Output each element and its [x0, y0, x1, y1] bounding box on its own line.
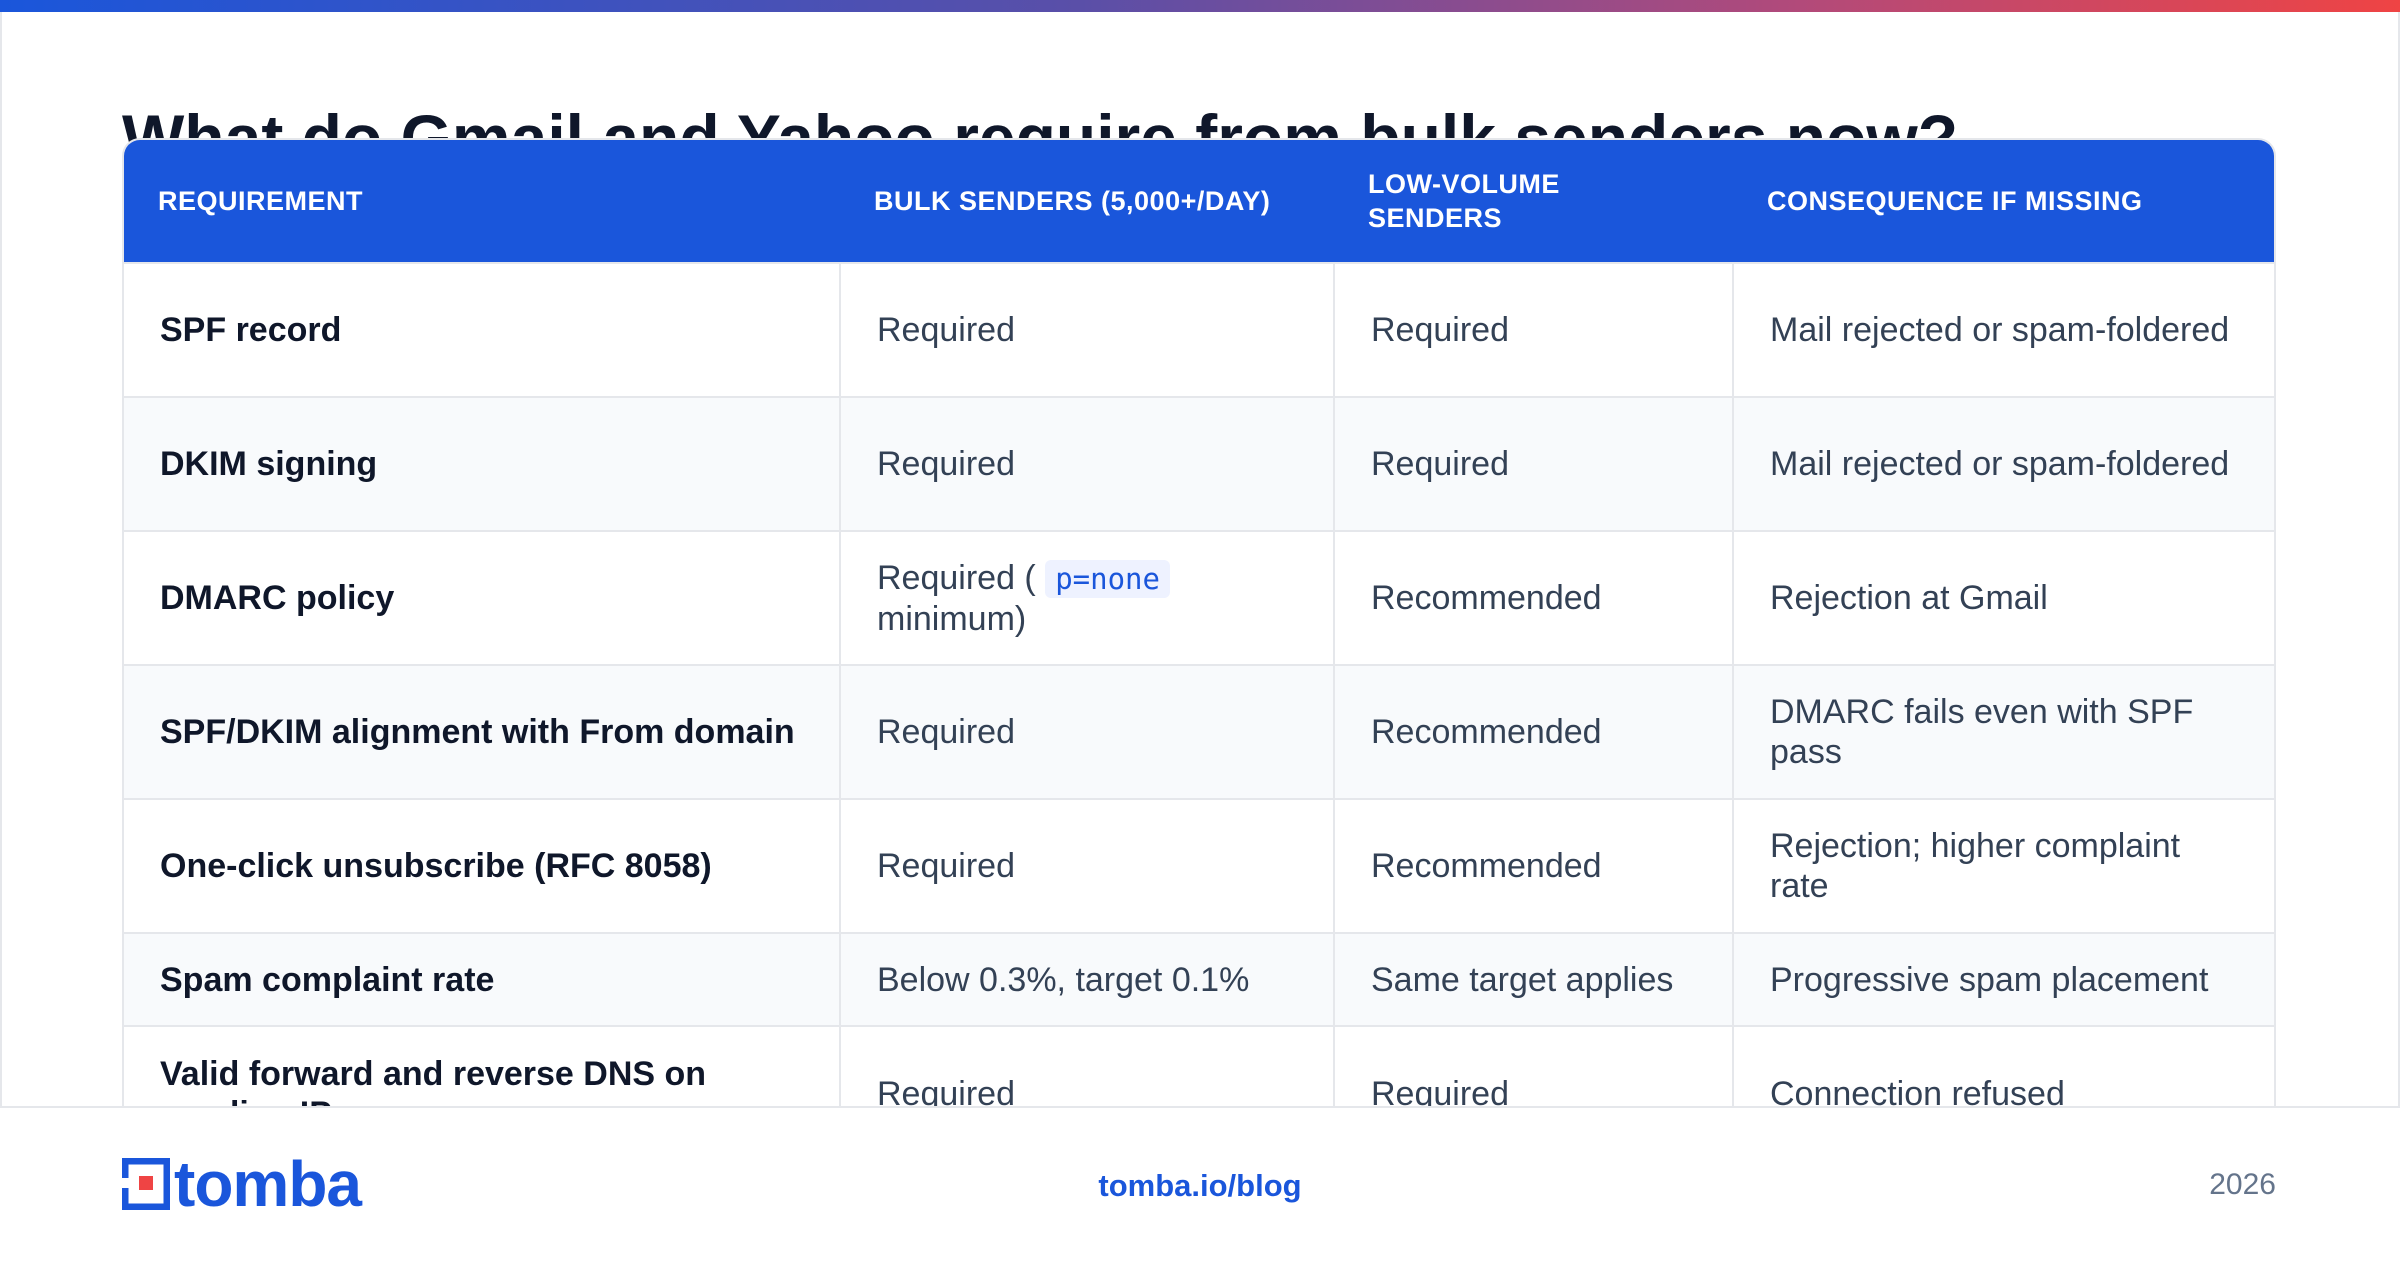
cell-requirement: Spam complaint rate — [124, 932, 840, 1026]
cell-requirement: SPF record — [124, 262, 840, 397]
cell-low-volume: Required — [1333, 262, 1733, 397]
cell-bulk: Required — [839, 798, 1334, 933]
top-accent-bar — [0, 0, 2400, 12]
cell-low-volume: Recommended — [1333, 798, 1733, 933]
cell-requirement: SPF/DKIM alignment with From domain — [124, 664, 840, 799]
cell-bulk: Below 0.3%, target 0.1% — [839, 932, 1334, 1026]
header-bulk-senders: BULK SENDERS (5,000+/DAY) — [840, 140, 1334, 263]
footer-year: 2026 — [2209, 1168, 2276, 1201]
cell-consequence: Progressive spam placement — [1732, 932, 2274, 1026]
dmarc-policy-code: p=none — [1045, 559, 1170, 598]
cell-consequence: DMARC fails even with SPF pass — [1732, 664, 2274, 799]
cell-consequence: Rejection; higher complaint rate — [1732, 798, 2274, 933]
table-row: Spam complaint rate Below 0.3%, target 0… — [124, 932, 2274, 1026]
table-row: DKIM signing Required Required Mail reje… — [124, 396, 2274, 531]
cell-low-volume: Required — [1333, 396, 1733, 531]
cell-bulk: Required — [839, 664, 1334, 799]
header-consequence: CONSEQUENCE IF MISSING — [1733, 140, 2274, 263]
cell-low-volume: Recommended — [1333, 664, 1733, 799]
cell-low-volume: Recommended — [1333, 530, 1733, 665]
table-row: One-click unsubscribe (RFC 8058) Require… — [124, 798, 2274, 933]
table-row: DMARC policy Required ( p=none minimum) R… — [124, 530, 2274, 665]
cell-low-volume: Same target applies — [1333, 932, 1733, 1026]
header-low-volume-senders: LOW-VOLUME SENDERS — [1334, 140, 1733, 263]
cell-bulk: Required — [839, 396, 1334, 531]
table-header-row: REQUIREMENT BULK SENDERS (5,000+/DAY) LO… — [124, 140, 2274, 263]
requirements-table: REQUIREMENT BULK SENDERS (5,000+/DAY) LO… — [124, 140, 2274, 1158]
cell-requirement: One-click unsubscribe (RFC 8058) — [124, 798, 840, 933]
table-row: SPF record Required Required Mail reject… — [124, 262, 2274, 397]
table-row: SPF/DKIM alignment with From domain Requ… — [124, 664, 2274, 799]
requirements-table-card: REQUIREMENT BULK SENDERS (5,000+/DAY) LO… — [122, 138, 2276, 1160]
footer: tomba tomba.io/blog 2026 — [0, 1106, 2400, 1262]
bulk-prefix-text: Required ( — [877, 558, 1036, 597]
header-requirement: REQUIREMENT — [124, 140, 840, 263]
cell-requirement: DKIM signing — [124, 396, 840, 531]
cell-consequence: Mail rejected or spam-foldered — [1732, 262, 2274, 397]
blog-link[interactable]: tomba.io/blog — [0, 1168, 2400, 1204]
cell-bulk: Required — [839, 262, 1334, 397]
cell-requirement: DMARC policy — [124, 530, 840, 665]
cell-consequence: Rejection at Gmail — [1732, 530, 2274, 665]
cell-bulk: Required ( p=none minimum) — [839, 530, 1334, 665]
bulk-suffix-text: minimum) — [877, 599, 1027, 638]
cell-consequence: Mail rejected or spam-foldered — [1732, 396, 2274, 531]
